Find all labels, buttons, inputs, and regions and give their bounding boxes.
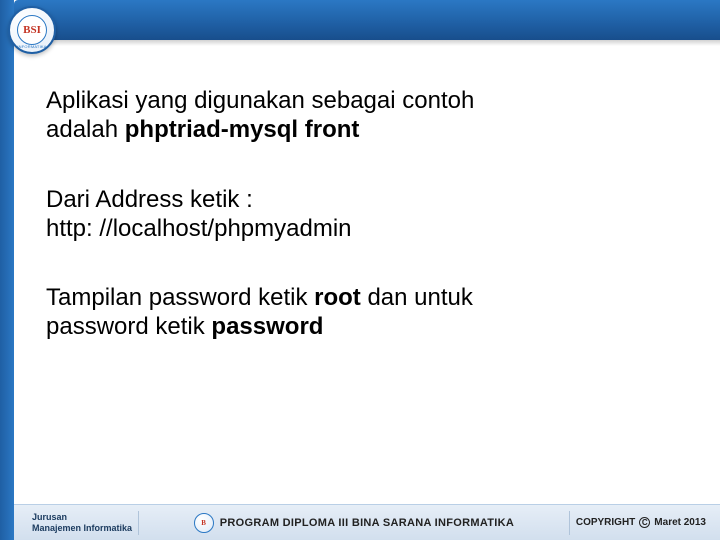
paragraph-1: Aplikasi yang digunakan sebagai contoh a… (46, 86, 680, 145)
p1-line1: Aplikasi yang digunakan sebagai contoh (46, 87, 474, 114)
footer-divider-2 (569, 511, 570, 535)
footer-copyright-label: COPYRIGHT (576, 517, 635, 528)
logo-icon: BSI (17, 15, 47, 45)
left-border-bar (0, 0, 14, 540)
footer-center: B PROGRAM DIPLOMA III BINA SARANA INFORM… (145, 513, 563, 533)
p3-line1a: Tampilan password ketik (46, 284, 314, 311)
top-bar-shadow (14, 40, 720, 46)
footer-divider (138, 511, 139, 535)
copyright-icon: C (639, 517, 650, 528)
footer-center-logo-icon: B (194, 513, 214, 533)
slide: BSI INFORMATIKA Aplikasi yang digunakan … (0, 0, 720, 540)
p2-line2: http: //localhost/phpmyadmin (46, 214, 680, 243)
footer-left: Jurusan Manajemen Informatika (14, 512, 132, 533)
top-title-bar (14, 0, 720, 40)
slide-content: Aplikasi yang digunakan sebagai contoh a… (46, 86, 680, 382)
footer-center-text: PROGRAM DIPLOMA III BINA SARANA INFORMAT… (220, 517, 514, 529)
footer-right: COPYRIGHT C Maret 2013 (576, 517, 720, 528)
paragraph-2: Dari Address ketik : http: //localhost/p… (46, 185, 680, 244)
p2-line1: Dari Address ketik : (46, 185, 680, 214)
paragraph-3: Tampilan password ketik root dan untuk p… (46, 283, 680, 342)
p1-line2b-bold: phptriad-mysql front (125, 116, 360, 143)
footer-left-line2: Manajemen Informatika (32, 523, 132, 533)
p3-line2b-bold: password (211, 313, 323, 340)
footer-bar: Jurusan Manajemen Informatika B PROGRAM … (14, 504, 720, 540)
logo-subtext: INFORMATIKA (10, 44, 54, 49)
p3-line2a: password ketik (46, 313, 211, 340)
footer-year: Maret 2013 (654, 517, 706, 528)
p1-line2a: adalah (46, 116, 125, 143)
footer-left-line1: Jurusan (32, 512, 132, 522)
logo-badge: BSI INFORMATIKA (8, 6, 56, 54)
p3-line1b-bold: root (314, 284, 361, 311)
p3-line1c: dan untuk (361, 284, 473, 311)
logo-initials: BSI (23, 24, 41, 36)
